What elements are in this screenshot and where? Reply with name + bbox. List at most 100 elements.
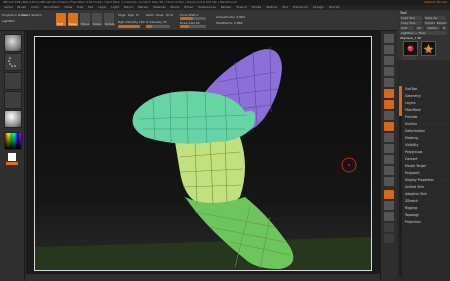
top-shelf: Projection Master LightBox Quick Sketch … <box>0 10 450 31</box>
actual-button[interactable] <box>384 78 394 87</box>
tool-palette: Tool Load Tool Save As Copy Tool Import … <box>397 10 450 281</box>
zsub-button[interactable]: Zsub <box>156 13 163 17</box>
active-points-readout: ActivePoints: 2,864 <box>216 15 245 19</box>
standard-brush-icon[interactable] <box>4 34 22 52</box>
alpha-off-icon[interactable] <box>4 72 22 90</box>
polymesh-thumbnail[interactable] <box>421 41 436 56</box>
import-button[interactable]: Import <box>424 21 435 25</box>
subpalette-projection[interactable]: Projection <box>405 219 449 226</box>
edit-label: Edit <box>57 22 63 26</box>
subpalette-surface[interactable]: Surface <box>405 121 449 128</box>
visible-button[interactable]: Visible <box>426 26 440 30</box>
scroll-button[interactable] <box>384 56 394 65</box>
frame-button[interactable] <box>384 155 394 164</box>
load-tool-label: Load Tool <box>401 16 415 20</box>
lightbox-tools-button[interactable]: Lightbox > Tools <box>400 31 447 35</box>
bpr-button[interactable] <box>384 34 394 43</box>
tool-palette-header: Tool Load Tool Save As Copy Tool Import … <box>397 10 450 60</box>
subpalette-display-properties[interactable]: Display Properties <box>405 177 449 184</box>
copy-tool-button[interactable]: Copy Tool <box>400 21 422 25</box>
subpalette-polypaint[interactable]: Polypaint <box>405 170 449 177</box>
rgb-intensity-label: Rgb Intensity 100 <box>118 20 145 24</box>
zoom-button[interactable] <box>384 67 394 76</box>
rgb-intensity-slider[interactable] <box>118 25 140 28</box>
right-tray <box>380 31 397 281</box>
subpalette-rigging[interactable]: Rigging <box>405 205 449 212</box>
main-color-swatch[interactable] <box>8 153 16 161</box>
import-label: Import <box>425 21 435 25</box>
subpalette-layers[interactable]: Layers <box>405 100 449 107</box>
rgb-button[interactable]: Rgb <box>128 13 134 17</box>
draw-button[interactable]: Draw <box>68 13 78 26</box>
load-tool-button[interactable]: Load Tool <box>400 16 422 20</box>
switch-color-button[interactable] <box>6 162 18 165</box>
canvas[interactable] <box>34 36 372 271</box>
all-button[interactable]: All <box>416 26 424 30</box>
copy-tool-label: Copy Tool <box>401 21 416 25</box>
move-view-button[interactable] <box>384 166 394 175</box>
save-as-label: Save As <box>425 16 437 20</box>
export-button[interactable]: Export <box>436 21 447 25</box>
export-label: Export <box>437 21 447 25</box>
scale-button[interactable]: Scale <box>92 13 102 26</box>
lightbox-button[interactable]: LightBox <box>2 19 15 23</box>
zsphere-thumbnail[interactable] <box>403 41 418 56</box>
model-render <box>35 46 371 270</box>
subpalette-masking[interactable]: Masking <box>405 135 449 142</box>
xpose-button[interactable] <box>384 234 394 243</box>
move-button[interactable]: Move <box>80 13 90 26</box>
ghost-button[interactable] <box>384 212 394 221</box>
rotate-label: Rotate <box>105 22 115 26</box>
draw-label: Draw <box>69 22 77 26</box>
subpalette-morph-target[interactable]: Morph Target <box>405 163 449 170</box>
persp-button[interactable] <box>384 89 394 98</box>
mrgb-button[interactable]: Mrgb <box>118 13 126 17</box>
stroke-dots-icon[interactable] <box>4 53 22 71</box>
subpalette-adaptive-skin[interactable]: Adaptive Skin <box>405 191 449 198</box>
goz-button[interactable]: GoZ <box>400 26 414 30</box>
tool-palette-title: Tool <box>400 11 407 15</box>
subpalette-fibermesh[interactable]: FiberMesh <box>405 107 449 114</box>
floor-button[interactable] <box>384 100 394 109</box>
subpalette-geometry[interactable]: Geometry <box>405 93 449 100</box>
material-sphere-icon[interactable] <box>4 110 22 128</box>
edit-button[interactable]: Edit <box>56 13 66 26</box>
texture-off-icon[interactable] <box>4 91 22 109</box>
r-button[interactable]: R <box>442 26 447 30</box>
palette-scrollbar[interactable] <box>399 86 402 276</box>
draw-size-fill <box>180 25 190 28</box>
subpalette-topology[interactable]: Topology <box>405 212 449 219</box>
subpalette-unified-skin[interactable]: Unified Skin <box>405 184 449 191</box>
local-button[interactable] <box>384 111 394 120</box>
z-intensity-slider[interactable] <box>146 25 170 28</box>
solo-button[interactable] <box>384 223 394 232</box>
document-viewport[interactable] <box>26 31 380 274</box>
lsym-button[interactable] <box>384 122 394 131</box>
subpalette-zsketch[interactable]: ZSketch <box>405 198 449 205</box>
scale-view-button[interactable] <box>384 177 394 186</box>
subpalette-subtool[interactable]: SubTool <box>405 86 449 93</box>
save-as-button[interactable]: Save As <box>424 16 446 20</box>
xyz-button[interactable] <box>384 133 394 142</box>
subpalette-polygroups[interactable]: Polygroups <box>405 149 449 156</box>
m-button[interactable]: M <box>136 13 139 17</box>
rgb-intensity-fill <box>118 25 140 28</box>
subpalette-contact[interactable]: Contact <box>405 156 449 163</box>
draw-size-slider[interactable] <box>180 25 206 28</box>
focal-shift-fill <box>180 17 193 20</box>
spix-button[interactable] <box>384 45 394 54</box>
subpalette-preview[interactable]: Preview <box>405 114 449 121</box>
rotate-view-button[interactable] <box>384 144 394 153</box>
visible-label: Visible <box>427 26 437 30</box>
palette-scroll-thumb[interactable] <box>399 86 402 116</box>
zcut-button[interactable]: Zcut <box>166 13 173 17</box>
subpalette-visibility[interactable]: Visibility <box>405 142 449 149</box>
subpalette-deformation[interactable]: Deformation <box>405 128 449 135</box>
quick-sketch-button[interactable]: Quick Sketch <box>22 13 42 17</box>
transp-button[interactable] <box>384 201 394 210</box>
focal-shift-slider[interactable] <box>180 17 206 20</box>
polyf-button[interactable] <box>384 190 394 199</box>
zadd-button[interactable]: Zadd <box>146 13 154 17</box>
rotate-button[interactable]: Rotate <box>104 13 115 26</box>
color-picker-icon[interactable] <box>4 132 22 150</box>
